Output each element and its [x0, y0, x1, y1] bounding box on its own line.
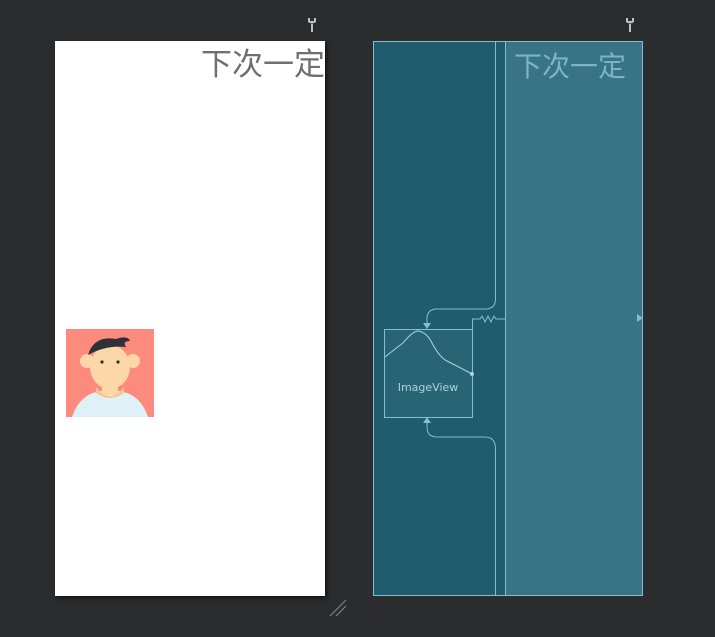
- blueprint-textview[interactable]: 下次一定: [514, 49, 626, 85]
- blueprint-surface[interactable]: 下次一定 ImageView: [373, 41, 643, 596]
- design-wrench-icon[interactable]: [306, 17, 318, 33]
- resize-handle-icon[interactable]: [328, 598, 348, 618]
- avatar-icon: [66, 329, 154, 417]
- design-imageview-avatar[interactable]: [66, 329, 154, 417]
- design-textview[interactable]: 下次一定: [201, 45, 325, 85]
- blueprint-imageview-label[interactable]: ImageView: [384, 381, 472, 394]
- blueprint-wrench-icon[interactable]: [624, 17, 636, 33]
- design-surface[interactable]: 下次一定: [55, 41, 325, 596]
- blueprint-constraints: [373, 41, 643, 596]
